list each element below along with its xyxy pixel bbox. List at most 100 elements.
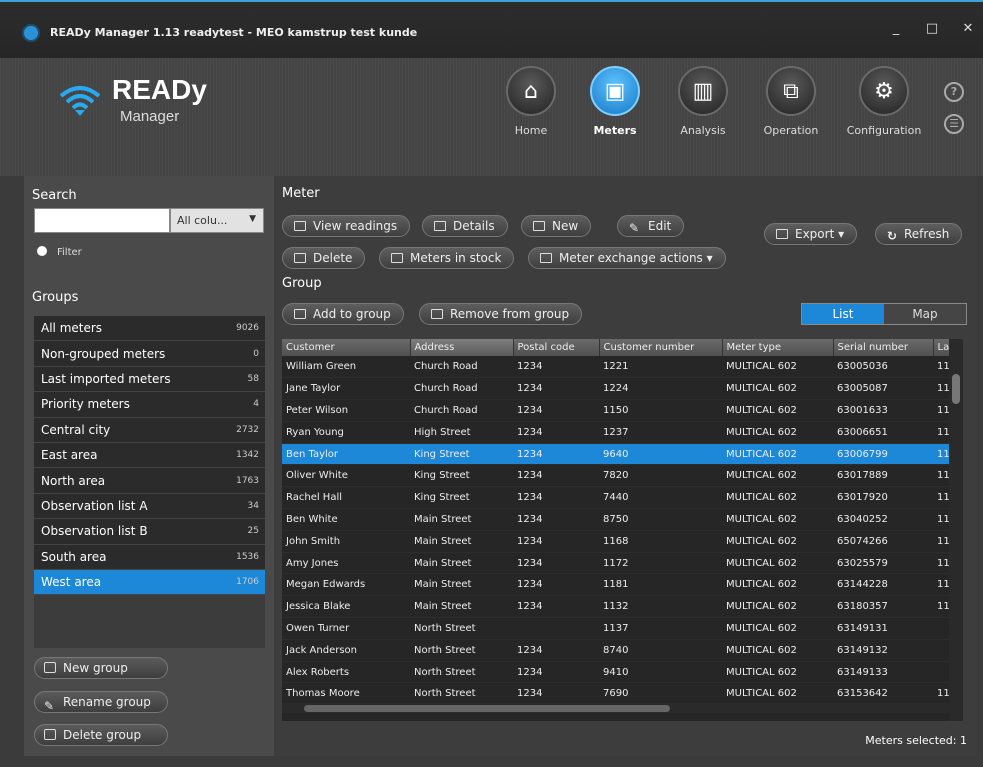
- table-cell: 63180357: [833, 595, 933, 619]
- help-icon[interactable]: ?: [944, 82, 964, 102]
- maximize-button[interactable]: □: [918, 18, 946, 40]
- group-count: 2732: [236, 424, 259, 435]
- group-item[interactable]: Priority meters 4: [34, 392, 265, 418]
- table-row[interactable]: Jane Taylor Church Road 1234 1224 MULTICAL 6…: [282, 377, 949, 401]
- horizontal-scrollbar[interactable]: [282, 703, 949, 713]
- table-row[interactable]: Owen Turner North Street 1137 MULTICAL 602 6…: [282, 617, 949, 640]
- refresh-button[interactable]: ↻ Refresh: [875, 223, 963, 245]
- table-row[interactable]: Jessica Blake Main Street 1234 1132 MULTICAL…: [282, 595, 949, 619]
- close-button[interactable]: ✕: [954, 18, 982, 40]
- map-view-tab[interactable]: Map: [884, 304, 966, 324]
- table-cell: Ryan Young: [282, 421, 410, 444]
- column-header[interactable]: Postal code: [513, 339, 600, 356]
- nav-operation[interactable]: ⧉ Operation: [754, 66, 828, 137]
- export-button[interactable]: Export ▾: [764, 223, 858, 245]
- table-row[interactable]: Peter Wilson Church Road 1234 1150 MULTICAL …: [282, 399, 949, 422]
- new-group-button[interactable]: New group: [34, 657, 168, 679]
- table-cell: 63040252: [833, 508, 933, 531]
- table-cell: 11: [933, 595, 949, 619]
- new-meter-button[interactable]: New: [521, 215, 592, 237]
- table-cell: Church Road: [410, 399, 513, 422]
- group-count: 9026: [236, 323, 259, 334]
- edit-button[interactable]: ✎ Edit: [617, 215, 685, 237]
- group-item[interactable]: North area 1763: [34, 468, 265, 494]
- table-row[interactable]: Alex Roberts North Street 1234 9410 MULTICAL…: [282, 661, 949, 684]
- delete-button[interactable]: Delete: [282, 247, 366, 269]
- group-item[interactable]: Non-grouped meters 0: [34, 341, 265, 367]
- group-item[interactable]: South area 1536: [34, 544, 265, 570]
- rename-group-button[interactable]: ✎ Rename group: [34, 691, 168, 713]
- group-name: Non-grouped meters: [41, 346, 166, 361]
- table-row[interactable]: Ryan Young High Street 1234 1237 MULTICAL 60…: [282, 421, 949, 444]
- list-view-tab[interactable]: List: [802, 304, 884, 324]
- details-button[interactable]: Details: [422, 215, 508, 237]
- table-cell: Oliver White: [282, 464, 410, 488]
- table-row[interactable]: Ben Taylor King Street 1234 9640 MULTICAL 60…: [282, 443, 949, 466]
- search-input[interactable]: [34, 208, 170, 233]
- table-row[interactable]: William Green Church Road 1234 1221 MULTICAL…: [282, 356, 949, 379]
- meter-exchange-button[interactable]: Meter exchange actions ▾: [528, 247, 726, 269]
- group-item[interactable]: Observation list B 25: [34, 519, 265, 545]
- group-item[interactable]: Central city 2732: [34, 417, 265, 443]
- table-row[interactable]: Megan Edwards Main Street 1234 1181 MULTICAL…: [282, 573, 949, 597]
- table-cell: 63144228: [833, 573, 933, 597]
- view-toggle: List Map: [801, 303, 967, 325]
- logo-title: READy: [112, 74, 207, 105]
- table-cell: North Street: [410, 639, 513, 662]
- refresh-label: Refresh: [904, 227, 950, 241]
- group-name: East area: [41, 448, 98, 463]
- group-item[interactable]: All meters 9026: [34, 316, 265, 342]
- logo-subtitle: Manager: [120, 108, 180, 125]
- vertical-scroll-thumb[interactable]: [952, 374, 960, 404]
- nav-operation-label: Operation: [763, 124, 819, 137]
- nav-home[interactable]: ⌂ Home: [494, 66, 568, 137]
- table-cell: King Street: [410, 464, 513, 488]
- info-menu-icon[interactable]: ☰: [944, 114, 964, 134]
- vertical-scrollbar[interactable]: [949, 339, 963, 721]
- group-item[interactable]: Last imported meters 58: [34, 366, 265, 393]
- filter-toggle[interactable]: Filter: [37, 246, 82, 258]
- search-column-select[interactable]: All colu... ▼: [170, 208, 264, 233]
- column-header[interactable]: Address: [410, 339, 514, 356]
- nav-configuration[interactable]: ⚙ Configuration: [843, 66, 925, 137]
- table-cell: Main Street: [410, 530, 513, 553]
- table-body: William Green Church Road 1234 1221 MULTICAL…: [282, 356, 949, 706]
- table-row[interactable]: Amy Jones Main Street 1234 1172 MULTICAL 602…: [282, 552, 949, 575]
- add-to-group-button[interactable]: Add to group: [282, 303, 404, 325]
- table-row[interactable]: John Smith Main Street 1234 1168 MULTICAL 60…: [282, 530, 949, 553]
- delete-icon: [294, 253, 306, 263]
- group-name: South area: [41, 549, 107, 564]
- column-header[interactable]: Customer: [282, 339, 411, 356]
- delete-group-icon: [44, 729, 56, 740]
- column-header[interactable]: Latest: [933, 339, 949, 356]
- meters-in-stock-button[interactable]: Meters in stock: [379, 247, 515, 269]
- table-cell: Main Street: [410, 508, 513, 531]
- column-header[interactable]: Serial number: [833, 339, 934, 356]
- delete-group-button[interactable]: Delete group: [34, 724, 168, 746]
- table-row[interactable]: Rachel Hall King Street 1234 7440 MULTICAL 6…: [282, 486, 949, 510]
- group-item[interactable]: Observation list A 34: [34, 493, 265, 520]
- horizontal-scroll-thumb[interactable]: [304, 705, 670, 712]
- remove-from-group-button[interactable]: Remove from group: [419, 303, 583, 325]
- table-cell: MULTICAL 602: [722, 399, 833, 422]
- group-item[interactable]: West area 1706: [34, 569, 265, 596]
- exchange-icon: [540, 253, 552, 263]
- nav-analysis-label: Analysis: [680, 124, 726, 137]
- table-header-row: Customer Address Postal code Customer numbe…: [282, 339, 949, 356]
- table-row[interactable]: Thomas Moore North Street 1234 7690 MULTICAL…: [282, 682, 949, 706]
- table-row[interactable]: Oliver White King Street 1234 7820 MULTICAL …: [282, 464, 949, 488]
- column-header[interactable]: Meter type: [722, 339, 834, 356]
- table-row[interactable]: Jack Anderson North Street 1234 8740 MULTICA…: [282, 639, 949, 662]
- add-to-group-icon: [294, 309, 306, 319]
- view-readings-button[interactable]: View readings: [282, 215, 411, 237]
- search-column-value: All colu...: [177, 214, 228, 227]
- group-item[interactable]: East area 1342: [34, 442, 265, 469]
- minimize-button[interactable]: _: [882, 18, 910, 40]
- table-cell: MULTICAL 602: [722, 617, 833, 640]
- remove-from-group-icon: [431, 309, 443, 319]
- table-cell: MULTICAL 602: [722, 443, 833, 466]
- nav-meters[interactable]: ▣ Meters: [578, 66, 652, 137]
- column-header[interactable]: Customer number: [599, 339, 723, 356]
- table-row[interactable]: Ben White Main Street 1234 8750 MULTICAL 602…: [282, 508, 949, 531]
- nav-analysis[interactable]: ▥ Analysis: [666, 66, 740, 137]
